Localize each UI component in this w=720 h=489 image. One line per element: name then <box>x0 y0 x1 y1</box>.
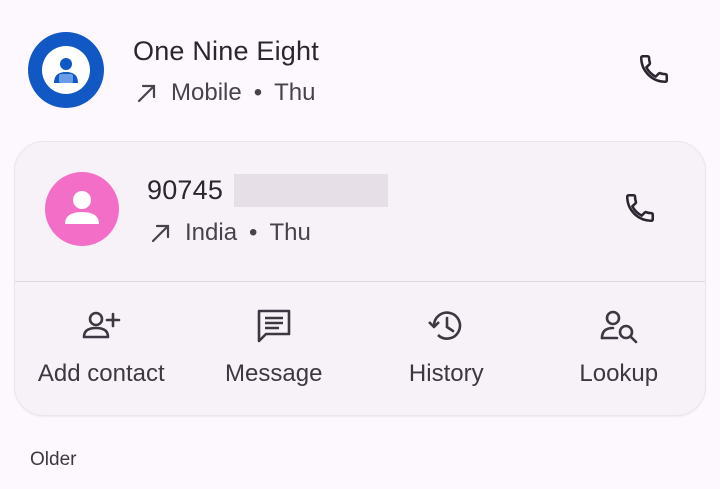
separator-dot: • <box>253 79 263 106</box>
call-details: Mobile • Thu <box>135 79 315 107</box>
contact-avatar <box>28 32 104 108</box>
section-header: Older <box>30 449 77 470</box>
outgoing-call-icon <box>137 84 156 103</box>
call-details: India • Thu <box>149 219 311 247</box>
expanded-call-card: 90745 India • Thu Add contact Message Hi… <box>14 141 706 416</box>
add-contact-button[interactable]: Add contact <box>15 282 188 416</box>
action-label: Message <box>225 360 323 387</box>
call-day: Thu <box>269 219 311 246</box>
redacted-block <box>234 174 388 207</box>
call-day: Thu <box>274 79 316 106</box>
message-button[interactable]: Message <box>188 282 361 416</box>
phone-icon <box>639 54 669 84</box>
action-label: History <box>408 360 484 387</box>
contact-number: 90745 <box>147 175 224 205</box>
separator-dot: • <box>249 219 258 246</box>
history-icon <box>428 311 462 340</box>
phone-icon <box>625 193 655 223</box>
call-button[interactable] <box>616 184 664 232</box>
message-icon <box>257 309 291 343</box>
call-type: India <box>185 219 238 246</box>
contact-avatar <box>45 172 119 246</box>
action-bar: Add contact Message History Lookup <box>15 282 705 416</box>
outgoing-call-icon <box>151 224 170 243</box>
history-button[interactable]: History <box>360 282 533 416</box>
contact-name: One Nine Eight <box>133 36 319 66</box>
action-label: Add contact <box>37 360 165 387</box>
business-contact-icon <box>54 58 78 83</box>
person-search-icon <box>600 310 638 344</box>
lookup-button[interactable]: Lookup <box>533 282 706 416</box>
call-type: Mobile <box>171 79 242 106</box>
action-label: Lookup <box>579 360 659 387</box>
person-icon <box>65 191 99 224</box>
add-person-icon <box>82 311 121 339</box>
call-log-item[interactable]: One Nine Eight Mobile • Thu <box>0 0 720 128</box>
call-button[interactable] <box>630 45 678 93</box>
